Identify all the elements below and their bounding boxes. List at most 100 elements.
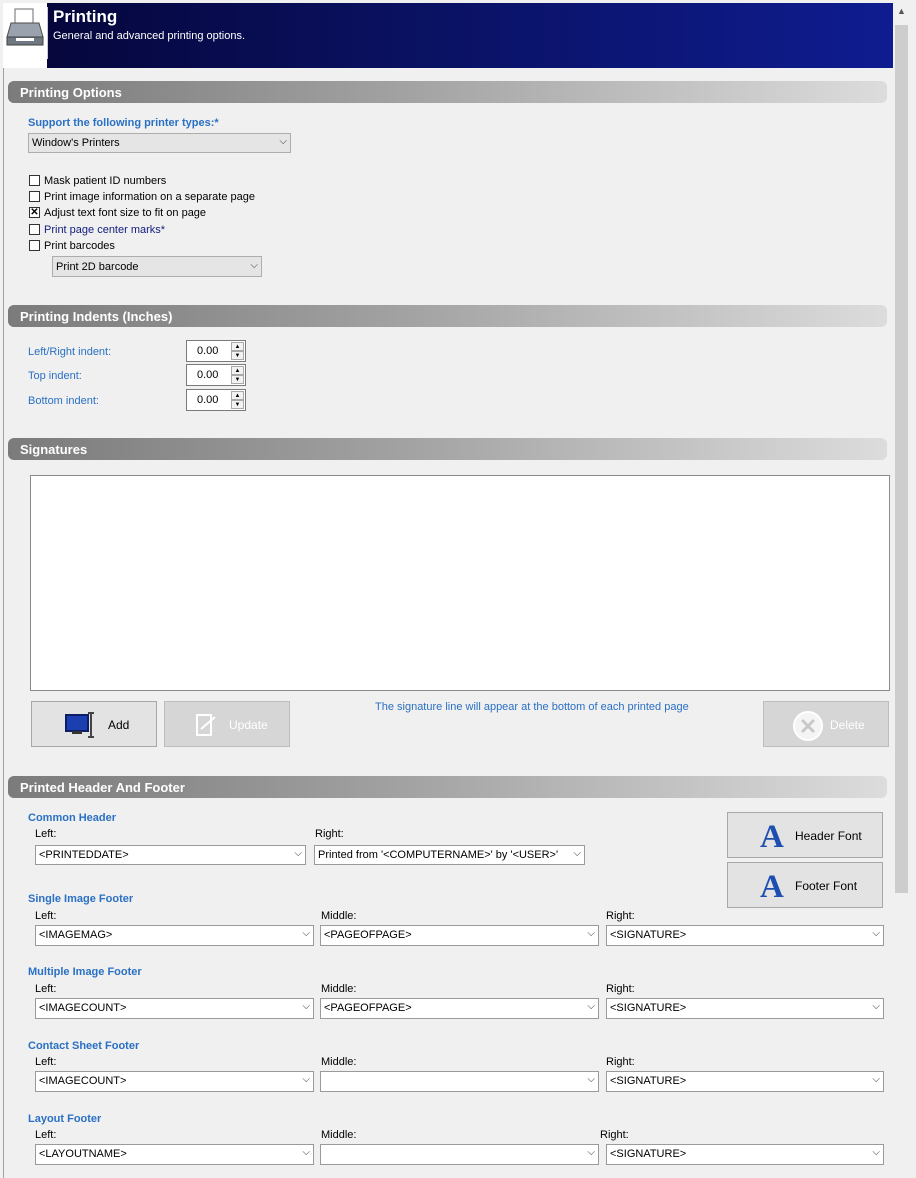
single-footer-middle-dropdown[interactable]: <PAGEOFPAGE> ⌵ [320, 925, 599, 946]
image-info-separate-page-checkbox[interactable] [29, 191, 40, 202]
spin-down-icon[interactable]: ▼ [231, 351, 244, 360]
chevron-down-icon: ⌵ [587, 1147, 595, 1158]
printer-types-label: Support the following printer types:* [28, 117, 219, 129]
right-label: Right: [315, 828, 344, 840]
add-signature-button[interactable]: Add [31, 701, 157, 747]
right-label: Right: [606, 1056, 635, 1068]
footer-font-button[interactable]: A Footer Font [727, 862, 883, 908]
top-indent-value: 0.00 [197, 369, 219, 381]
barcode-type-value: Print 2D barcode [56, 261, 139, 273]
spin-down-icon[interactable]: ▼ [231, 400, 244, 409]
chevron-down-icon: ⌵ [302, 928, 310, 939]
left-label: Left: [35, 828, 57, 840]
bottom-indent-label: Bottom indent: [28, 395, 99, 407]
chevron-down-icon: ⌵ [302, 1001, 310, 1012]
adjust-font-size-label: Adjust text font size to fit on page [44, 207, 207, 219]
left-right-indent-value: 0.00 [197, 345, 219, 357]
spin-up-icon[interactable]: ▲ [231, 342, 244, 351]
dropdown-value: <SIGNATURE> [610, 1148, 687, 1160]
printer-type-value: Window's Printers [32, 137, 120, 149]
page-title: Printing [53, 7, 118, 26]
dropdown-value: <SIGNATURE> [610, 929, 687, 941]
mask-patient-id-checkbox[interactable] [29, 175, 40, 186]
signature-list[interactable] [30, 475, 890, 691]
dropdown-value: <IMAGEMAG> [39, 929, 113, 941]
single-footer-left-dropdown[interactable]: <IMAGEMAG> ⌵ [35, 925, 314, 946]
page-center-marks-label: Print page center marks* [44, 224, 166, 236]
dropdown-value: <PAGEOFPAGE> [324, 1002, 412, 1014]
spin-down-icon[interactable]: ▼ [231, 375, 244, 384]
page-subtitle: General and advanced printing options. [53, 30, 246, 42]
add-button-label: Add [108, 718, 130, 732]
contact-footer-left-dropdown[interactable]: <IMAGECOUNT> ⌵ [35, 1071, 314, 1092]
contact-footer-middle-dropdown[interactable]: ⌵ [320, 1071, 599, 1092]
common-header-title: Common Header [28, 812, 117, 824]
left-right-indent-spinner[interactable]: 0.00 ▲ ▼ [186, 340, 246, 362]
section-title: Printed Header And Footer [20, 780, 185, 795]
mask-patient-id-label: Mask patient ID numbers [44, 175, 167, 187]
dropdown-value: <PAGEOFPAGE> [324, 929, 412, 941]
multiple-footer-middle-dropdown[interactable]: <PAGEOFPAGE> ⌵ [320, 998, 599, 1019]
bottom-indent-value: 0.00 [197, 394, 219, 406]
edit-document-icon [196, 714, 216, 736]
left-label: Left: [35, 1129, 57, 1141]
bottom-indent-spinner[interactable]: 0.00 ▲ ▼ [186, 389, 246, 411]
printer-icon [3, 3, 47, 68]
chevron-down-icon: ⌵ [279, 136, 287, 147]
left-label: Left: [35, 1056, 57, 1068]
chevron-down-icon: ⌵ [872, 1147, 880, 1158]
chevron-down-icon: ⌵ [573, 848, 581, 859]
common-header-right-dropdown[interactable]: Printed from '<COMPUTERNAME>' by '<USER>… [314, 845, 585, 865]
dropdown-value: <LAYOUTNAME> [39, 1148, 127, 1160]
multiple-footer-left-dropdown[interactable]: <IMAGECOUNT> ⌵ [35, 998, 314, 1019]
update-button-label: Update [229, 718, 268, 732]
scroll-up-arrow-icon[interactable]: ▲ [893, 3, 910, 20]
layout-footer-left-dropdown[interactable]: <LAYOUTNAME> ⌵ [35, 1144, 314, 1165]
chevron-down-icon: ⌵ [587, 1001, 595, 1012]
spin-up-icon[interactable]: ▲ [231, 391, 244, 400]
section-printing-indents: Printing Indents (Inches) [8, 305, 887, 327]
left-right-indent-label: Left/Right indent: [28, 346, 112, 358]
top-indent-spinner[interactable]: 0.00 ▲ ▼ [186, 364, 246, 386]
multiple-footer-right-dropdown[interactable]: <SIGNATURE> ⌵ [606, 998, 884, 1019]
right-label: Right: [606, 910, 635, 922]
layout-footer-right-dropdown[interactable]: <SIGNATURE> ⌵ [606, 1144, 884, 1165]
contact-footer-right-dropdown[interactable]: <SIGNATURE> ⌵ [606, 1071, 884, 1092]
dropdown-value: Printed from '<COMPUTERNAME>' by '<USER>… [318, 849, 559, 861]
print-barcodes-label: Print barcodes [44, 240, 115, 252]
page-banner: Printing General and advanced printing o… [3, 3, 893, 68]
delete-icon [793, 711, 823, 741]
update-signature-button[interactable]: Update [164, 701, 290, 747]
page-center-marks-checkbox[interactable] [29, 224, 40, 235]
dropdown-value: <SIGNATURE> [610, 1002, 687, 1014]
delete-signature-button[interactable]: Delete [763, 701, 889, 747]
common-header-left-dropdown[interactable]: <PRINTEDDATE> ⌵ [35, 845, 306, 865]
delete-button-label: Delete [830, 718, 865, 732]
middle-label: Middle: [321, 983, 357, 995]
section-title: Signatures [20, 442, 88, 457]
chevron-down-icon: ⌵ [294, 848, 302, 859]
chevron-down-icon: ⌵ [872, 928, 880, 939]
barcode-type-dropdown[interactable]: Print 2D barcode ⌵ [52, 256, 262, 277]
printer-type-dropdown[interactable]: Window's Printers ⌵ [28, 133, 291, 153]
header-font-button[interactable]: A Header Font [727, 812, 883, 858]
chevron-down-icon: ⌵ [587, 1074, 595, 1085]
print-barcodes-checkbox[interactable] [29, 240, 40, 251]
spin-up-icon[interactable]: ▲ [231, 366, 244, 375]
vertical-scrollbar[interactable]: ▲ [893, 3, 910, 1178]
single-image-footer-title: Single Image Footer [28, 893, 134, 905]
top-indent-label: Top indent: [28, 370, 82, 382]
section-header-footer: Printed Header And Footer [8, 776, 887, 798]
chevron-down-icon: ⌵ [250, 260, 258, 271]
header-font-label: Header Font [795, 829, 862, 843]
chevron-down-icon: ⌵ [872, 1074, 880, 1085]
single-footer-right-dropdown[interactable]: <SIGNATURE> ⌵ [606, 925, 884, 946]
middle-label: Middle: [321, 1129, 357, 1141]
adjust-font-size-checkbox[interactable]: ✕ [29, 207, 40, 218]
section-title: Printing Indents (Inches) [20, 309, 173, 324]
scroll-thumb[interactable] [895, 25, 908, 893]
right-label: Right: [600, 1129, 629, 1141]
layout-footer-middle-dropdown[interactable]: ⌵ [320, 1144, 599, 1165]
chevron-down-icon: ⌵ [872, 1001, 880, 1012]
banner-divider [47, 7, 48, 59]
